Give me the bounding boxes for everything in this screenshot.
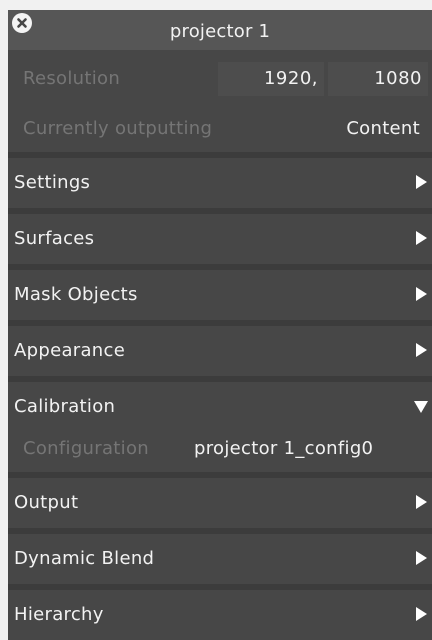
expand-arrow-icon [416,607,427,621]
currently-outputting-label: Currently outputting [23,118,213,139]
currently-outputting-row: Currently outputting Content [8,104,432,154]
resolution-height-field[interactable]: 1080 [328,62,428,96]
section-calibration-label: Calibration [14,396,116,417]
currently-outputting-value: Content [346,118,420,139]
expand-arrow-icon [416,495,427,509]
section-mask-objects[interactable]: Mask Objects [8,270,432,320]
expand-arrow-icon [416,231,427,245]
section-settings-label: Settings [14,172,91,193]
section-output[interactable]: Output [8,478,432,528]
section-surfaces-label: Surfaces [14,228,95,249]
expand-arrow-icon [416,343,427,357]
configuration-row: Configuration projector 1_config0 [8,424,432,474]
resolution-width-field[interactable]: 1920, [218,62,324,96]
collapse-arrow-icon [414,401,428,413]
resolution-label: Resolution [23,68,121,89]
expand-arrow-icon [416,175,427,189]
resolution-row: Resolution 1920, 1080 [8,54,432,104]
section-dynamic-blend[interactable]: Dynamic Blend [8,534,432,584]
panel-title: projector 1 [169,21,271,42]
expand-arrow-icon [416,287,427,301]
projector-panel: projector 1 Resolution 1920, 1080 Curren… [8,10,432,640]
section-appearance[interactable]: Appearance [8,326,432,376]
section-hierarchy-label: Hierarchy [14,604,104,625]
section-dynamic-blend-label: Dynamic Blend [14,548,155,569]
section-output-label: Output [14,492,79,513]
section-surfaces[interactable]: Surfaces [8,214,432,264]
configuration-value[interactable]: projector 1_config0 [194,438,373,459]
section-hierarchy[interactable]: Hierarchy [8,590,432,640]
section-appearance-label: Appearance [14,340,126,361]
panel-header: projector 1 [8,10,432,50]
configuration-label: Configuration [23,438,149,459]
section-settings[interactable]: Settings [8,158,432,208]
expand-arrow-icon [416,551,427,565]
section-mask-objects-label: Mask Objects [14,284,138,305]
